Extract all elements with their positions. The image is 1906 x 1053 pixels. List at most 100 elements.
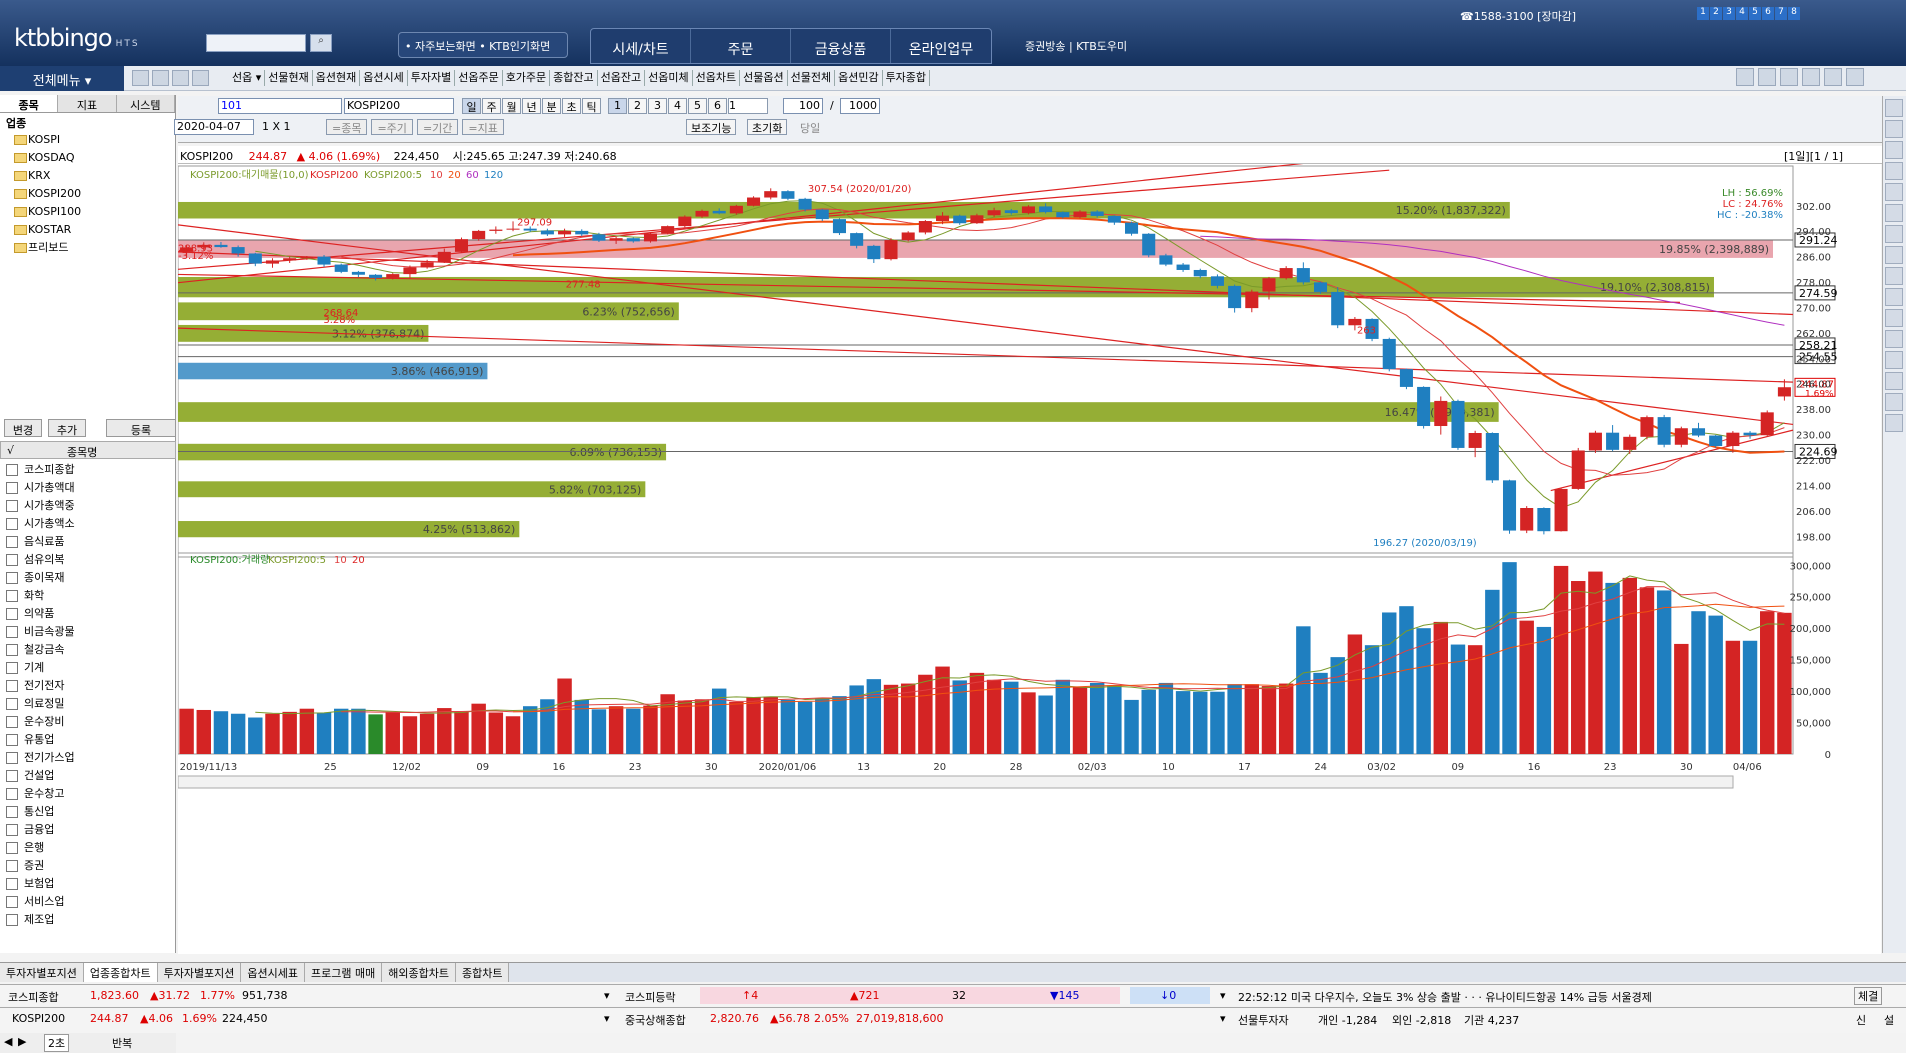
period-minute-button[interactable]: 분 — [542, 98, 561, 114]
list-item[interactable]: 의료정밀 — [0, 695, 176, 713]
screen-5-button[interactable]: 5 — [1749, 7, 1761, 20]
menu-item[interactable]: 옵션시세 — [360, 70, 408, 86]
list-item[interactable]: 시가총액소 — [0, 515, 176, 533]
window-icon[interactable] — [1846, 68, 1864, 86]
menu-item[interactable]: 선물전체 — [788, 70, 836, 86]
n-6-button[interactable]: 6 — [708, 98, 727, 114]
tab-online[interactable]: 온라인업무 — [891, 29, 991, 63]
tree-item[interactable]: KOSPI — [4, 131, 171, 149]
menu-item[interactable]: 선물옵션 — [740, 70, 788, 86]
next-icon[interactable]: ▶ — [18, 1035, 26, 1048]
window-tab[interactable]: 투자자별포지션 — [157, 963, 242, 982]
sync-period-button[interactable]: =주기 — [371, 119, 413, 135]
screen-8-button[interactable]: 8 — [1788, 7, 1800, 20]
screen-2-button[interactable]: 2 — [1710, 7, 1722, 20]
menu-item[interactable]: 선옵미체 — [645, 70, 693, 86]
settings-button[interactable]: 설 — [1884, 1012, 1894, 1028]
crosshair-icon[interactable] — [1885, 120, 1903, 138]
list-item[interactable]: 전기전자 — [0, 677, 176, 695]
chevron-down-icon[interactable]: ▾ — [604, 1012, 610, 1025]
tree-item[interactable]: KOSTAR — [4, 221, 171, 239]
list-item[interactable]: 금융업 — [0, 821, 176, 839]
list-item[interactable]: 유통업 — [0, 731, 176, 749]
list-item[interactable]: 운수장비 — [0, 713, 176, 731]
print-icon[interactable] — [172, 70, 189, 86]
menu-item[interactable]: 선옵주문 — [455, 70, 503, 86]
sync-indicator-button[interactable]: =지표 — [462, 119, 504, 135]
tree-item[interactable]: KOSPI200 — [4, 185, 171, 203]
same-day-checkbox-label[interactable]: 당일 — [800, 120, 820, 136]
n-5-button[interactable]: 5 — [688, 98, 707, 114]
zoom-in-icon[interactable] — [1885, 288, 1903, 306]
chevron-down-icon[interactable]: ▾ — [604, 989, 610, 1002]
menu-item[interactable]: 종합잔고 — [550, 70, 598, 86]
settings-icon[interactable] — [1736, 68, 1754, 86]
aux-function-button[interactable]: 보조기능 — [686, 119, 737, 135]
print-icon[interactable] — [1780, 68, 1798, 86]
menu-item[interactable]: 호가주문 — [503, 70, 551, 86]
period-tick-button[interactable]: 틱 — [582, 98, 601, 114]
sync-range-button[interactable]: =기간 — [416, 119, 459, 135]
menu-item[interactable]: 선옵차트 — [693, 70, 741, 86]
repeat-checkbox-label[interactable]: 반복 — [112, 1035, 132, 1051]
n-1-button[interactable]: 1 — [608, 98, 627, 114]
search-icon[interactable]: ⌕ — [310, 34, 332, 52]
symbol-name-input[interactable]: KOSPI200 — [344, 98, 454, 114]
date-select[interactable]: 2020-04-07 — [174, 119, 254, 135]
list-item[interactable]: 통신업 — [0, 803, 176, 821]
period-second-button[interactable]: 초 — [562, 98, 581, 114]
screen-6-button[interactable]: 6 — [1762, 7, 1774, 20]
list-item[interactable]: 서비스업 — [0, 893, 176, 911]
list-item[interactable]: 비금속광물 — [0, 623, 176, 641]
reset-button[interactable]: 초기화 — [747, 119, 788, 135]
screen-7-button[interactable]: 7 — [1775, 7, 1787, 20]
register-button[interactable]: 등록 — [106, 419, 176, 437]
list-item[interactable]: 증권 — [0, 857, 176, 875]
list-item[interactable]: 화학 — [0, 587, 176, 605]
tree-item[interactable]: KRX — [4, 167, 171, 185]
check-all-icon[interactable]: √ — [7, 444, 14, 457]
tab-order[interactable]: 주문 — [691, 29, 791, 63]
text-icon[interactable] — [1885, 246, 1903, 264]
news-ticker[interactable]: 22:52:12 미국 다우지수, 오늘도 3% 상승 출발 · · · 유나이… — [1238, 989, 1652, 1005]
list-item[interactable]: 시가총액중 — [0, 497, 176, 515]
list-item[interactable]: 전기가스업 — [0, 749, 176, 767]
list-item[interactable]: 보험업 — [0, 875, 176, 893]
tab-market-chart[interactable]: 시세/차트 — [591, 29, 691, 63]
new-button[interactable]: 신 — [1856, 1012, 1866, 1028]
sync-item-button[interactable]: =종목 — [326, 119, 368, 135]
tree-item[interactable]: KOSPI100 — [4, 203, 171, 221]
window-tab[interactable]: 옵션시세표 — [241, 963, 306, 982]
lock-icon[interactable] — [1824, 68, 1842, 86]
period-year-button[interactable]: 년 — [522, 98, 541, 114]
tab-items[interactable]: 종목 — [0, 95, 59, 112]
trade-button[interactable]: 체결 — [1854, 987, 1883, 1005]
add-button[interactable]: 추가 — [48, 419, 86, 437]
period-week-button[interactable]: 주 — [482, 98, 501, 114]
total-input[interactable]: 1000 — [840, 98, 880, 114]
menu-item[interactable]: 선옵잔고 — [598, 70, 646, 86]
layout-icon[interactable] — [152, 70, 169, 86]
window-tab[interactable]: 투자자별포지션 — [0, 963, 84, 982]
search-input[interactable] — [206, 34, 306, 52]
n-4-button[interactable]: 4 — [668, 98, 687, 114]
broadcast-links[interactable]: 증권방송 | KTB도우미 — [1025, 38, 1127, 54]
cursor-icon[interactable] — [1885, 99, 1903, 117]
period-day-button[interactable]: 일 — [462, 98, 481, 114]
indicator-icon[interactable] — [1885, 351, 1903, 369]
n-2-button[interactable]: 2 — [628, 98, 647, 114]
tab-system[interactable]: 시스템 — [116, 95, 175, 112]
trendline-icon[interactable] — [1885, 141, 1903, 159]
window-icon[interactable] — [132, 70, 149, 86]
menu-item[interactable]: 선물현재 — [265, 70, 313, 86]
n-value-select[interactable]: 1 — [728, 98, 768, 114]
save-icon[interactable] — [192, 70, 209, 86]
pen-icon[interactable] — [1885, 204, 1903, 222]
memo-icon[interactable] — [1802, 68, 1820, 86]
menu-item[interactable]: 선옵 ▾ — [229, 70, 266, 86]
color-icon[interactable] — [1885, 372, 1903, 390]
eraser-icon[interactable] — [1885, 267, 1903, 285]
chart-type-icon[interactable] — [1885, 330, 1903, 348]
calculator-icon[interactable] — [1758, 68, 1776, 86]
quick-links[interactable]: • 자주보는화면 • KTB인기화면 — [398, 32, 568, 58]
